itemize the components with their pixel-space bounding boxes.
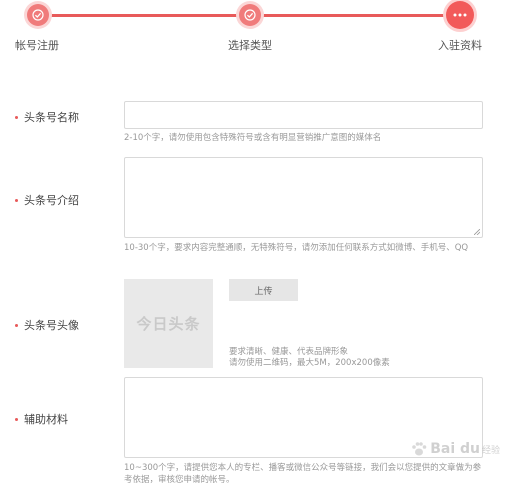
baidu-watermark: Bai du 经验 [410,440,500,458]
step-1-label: 帐号注册 [15,39,59,52]
step-1-done-indicator [27,4,49,26]
name-hint: 2-10个字，请勿使用包含特殊符号或含有明显营销推广意图的媒体名 [124,133,382,143]
resize-grip-icon[interactable] [474,229,480,235]
check-icon [244,9,256,21]
ellipsis-icon [453,13,467,17]
step-3-label: 入驻资料 [438,39,482,52]
required-marker [15,417,18,421]
required-marker [15,323,18,327]
paw-logo-icon [412,442,427,456]
watermark-text: Bai du [430,441,480,457]
required-marker [15,115,18,119]
required-marker [15,198,18,202]
check-icon [32,9,44,21]
avatar-placeholder-logo: 今日头条 [136,315,201,333]
watermark-sub: 经验 [481,445,500,456]
avatar-placeholder: 今日头条 [124,279,213,368]
intro-field-label: 头条号介绍 [15,192,79,208]
material-hint: 10~300个字，请提供您本人的专栏、播客或微信公众号等链接，我们会以您提供的文… [124,463,482,485]
avatar-field-label: 头条号头像 [15,317,79,333]
avatar-hint-line-2: 请勿使用二维码，最大5M，200x200像素 [229,358,390,368]
intro-hint: 10-30个字，要求内容完整通顺，无特殊符号，请勿添加任何联系方式如微博、手机号… [124,243,469,253]
material-field-label: 辅助材料 [15,411,68,427]
step-2-label: 选择类型 [228,39,272,52]
step-2-done-indicator [239,4,261,26]
name-input[interactable] [124,101,483,129]
step-3-current-indicator [446,1,474,29]
upload-button[interactable]: 上传 [229,279,298,301]
intro-textarea[interactable] [124,157,483,238]
name-field-label: 头条号名称 [15,109,79,125]
